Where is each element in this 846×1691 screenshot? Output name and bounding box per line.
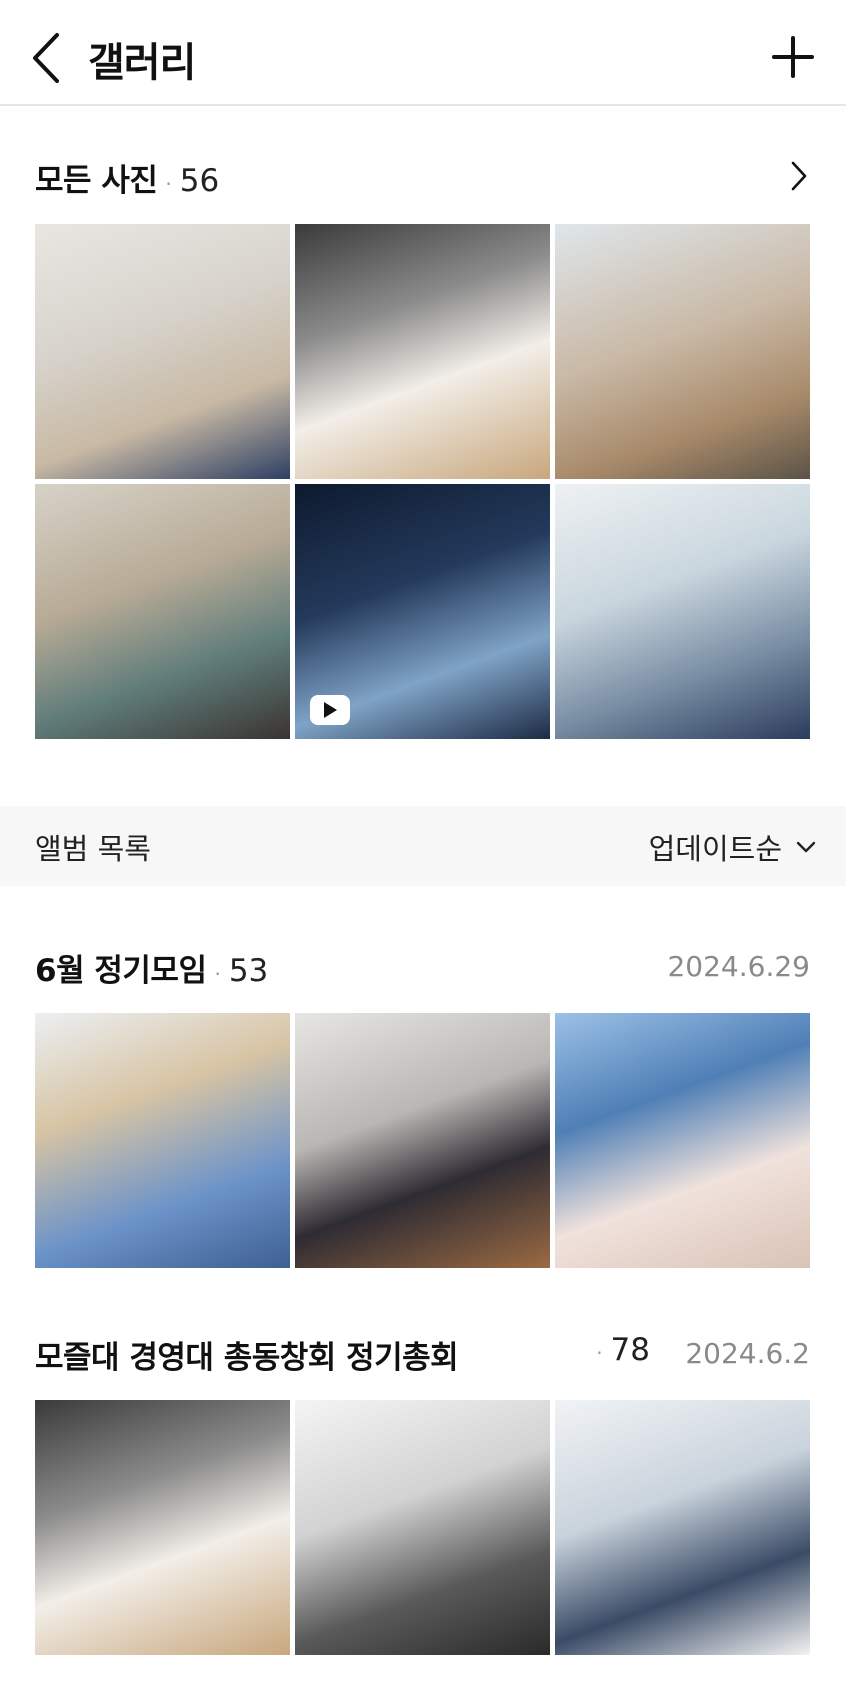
separator-dot: · (165, 172, 172, 196)
all-photos-grid (35, 224, 810, 739)
album-count: 78 (610, 1332, 650, 1368)
app-header: 갤러리 (0, 0, 846, 106)
photo-thumbnail[interactable] (35, 224, 290, 479)
back-button[interactable] (26, 28, 66, 88)
page-title: 갤러리 (88, 40, 196, 86)
album-list-bar: 앨범 목록 업데이트순 (0, 806, 846, 886)
photo-thumbnail[interactable] (295, 224, 550, 479)
sort-dropdown[interactable]: 업데이트순 (649, 826, 816, 868)
album-count-group: · 78 (588, 1332, 650, 1368)
all-photos-heading: 모든 사진 · 56 (35, 155, 219, 200)
separator-dot: · (596, 1341, 603, 1365)
all-photos-more-button[interactable] (784, 158, 814, 194)
photo-thumbnail[interactable] (555, 224, 810, 479)
separator-dot: · (214, 962, 221, 986)
photo-thumbnail[interactable] (555, 1013, 810, 1268)
album-photos-grid (35, 1400, 810, 1655)
photo-thumbnail[interactable] (295, 1013, 550, 1268)
album-count: 53 (228, 953, 269, 989)
all-photos-count: 56 (179, 163, 220, 199)
photo-thumbnail[interactable] (35, 1400, 290, 1655)
album-date: 2024.6.2 (685, 1337, 810, 1370)
add-button[interactable] (766, 30, 820, 84)
album-date: 2024.6.29 (667, 950, 810, 983)
album-heading[interactable]: 6월 정기모임 · 53 (35, 945, 268, 990)
all-photos-title: 모든 사진 (35, 163, 158, 199)
sort-label: 업데이트순 (648, 832, 782, 866)
photo-thumbnail[interactable] (35, 1013, 290, 1268)
chevron-right-icon (791, 161, 807, 191)
chevron-down-icon (796, 841, 816, 853)
play-icon (310, 695, 350, 725)
album-heading[interactable]: 모즐대 경영대 총동창회 정기총회 (35, 1332, 459, 1377)
plus-icon (772, 36, 814, 78)
album-photos-grid (35, 1013, 810, 1268)
video-thumbnail[interactable] (295, 484, 550, 739)
album-list-label: 앨범 목록 (35, 832, 151, 866)
album-title: 모즐대 경영대 총동창회 정기총회 (35, 1340, 459, 1376)
photo-thumbnail[interactable] (555, 1400, 810, 1655)
chevron-left-icon (33, 33, 59, 83)
photo-thumbnail[interactable] (35, 484, 290, 739)
photo-thumbnail[interactable] (555, 484, 810, 739)
photo-thumbnail[interactable] (295, 1400, 550, 1655)
album-title: 6월 정기모임 (35, 953, 207, 989)
